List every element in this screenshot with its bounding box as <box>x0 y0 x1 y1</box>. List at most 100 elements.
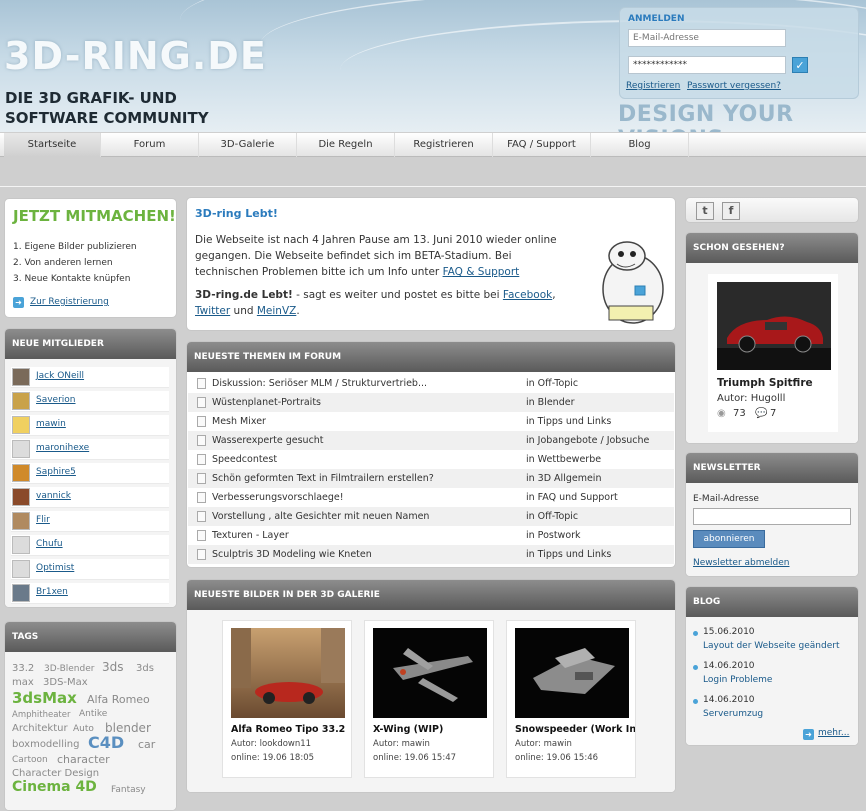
tag-link[interactable]: C4D <box>88 733 124 752</box>
forum-row[interactable]: Texturen - Layer in Postwork <box>188 526 674 545</box>
featured-name[interactable]: Triumph Spitfire <box>717 377 813 389</box>
avatar[interactable] <box>12 416 30 434</box>
member-link[interactable]: Chufu <box>36 539 63 549</box>
twitter-icon[interactable]: t <box>696 202 714 220</box>
tag-link[interactable]: Architektur <box>12 723 68 734</box>
avatar[interactable] <box>12 464 30 482</box>
forum-row[interactable]: Schön geformten Text in Filmtrailern ers… <box>188 469 674 488</box>
avatar[interactable] <box>12 488 30 506</box>
member-item: Optimist <box>11 559 169 580</box>
member-link[interactable]: Saphire5 <box>36 467 76 477</box>
tag-link[interactable]: boxmodelling <box>12 739 79 750</box>
featured-card[interactable]: Triumph Spitfire Autor: Hugolll ◉ 73 💬 7 <box>708 274 838 432</box>
tag-link[interactable]: character <box>57 753 110 766</box>
gallery-item[interactable]: Snowspeeder (Work In Autor: mawin online… <box>506 620 636 778</box>
tag-link[interactable]: Alfa Romeo <box>87 693 150 706</box>
avatar[interactable] <box>12 392 30 410</box>
nav-die-regeln[interactable]: Die Regeln <box>297 133 395 157</box>
forum-row[interactable]: Mesh Mixer in Tipps und Links <box>188 412 674 431</box>
forum-row[interactable]: Sculptris 3D Modeling wie Kneten in Tipps… <box>188 545 674 564</box>
gallery-item-author: Autor: mawin <box>373 739 430 749</box>
forum-row[interactable]: Verbesserungsvorschlaege! in FAQ und Supp… <box>188 488 674 507</box>
avatar[interactable] <box>12 368 30 386</box>
gallery-image[interactable] <box>373 628 487 718</box>
member-link[interactable]: Br1xen <box>36 587 68 597</box>
member-link[interactable]: Flir <box>36 515 50 525</box>
gallery-item-name[interactable]: Snowspeeder (Work In <box>515 724 635 735</box>
member-link[interactable]: Saverion <box>36 395 76 405</box>
tag-link[interactable]: Amphitheater <box>12 710 70 720</box>
member-link[interactable]: vannick <box>36 491 71 501</box>
tag-link[interactable]: 3ds <box>102 660 124 674</box>
email-input[interactable] <box>628 29 786 47</box>
members-list: Jack ONeill Saverion mawin maronihexe Sa… <box>5 359 176 607</box>
gallery-item-name[interactable]: X-Wing (WIP) <box>373 724 493 735</box>
blog-more-link[interactable]: mehr... <box>818 728 849 738</box>
site-slogan: DESIGN YOUR VISIONS <box>618 102 794 132</box>
password-input[interactable] <box>628 56 786 74</box>
avatar[interactable] <box>12 536 30 554</box>
nav-startseite[interactable]: Startseite <box>4 133 101 157</box>
forum-row[interactable]: Diskussion: Seriöser MLM / Strukturvertr… <box>188 374 674 393</box>
featured-image[interactable] <box>717 282 831 370</box>
register-link[interactable]: Registrieren <box>626 81 680 91</box>
forum-row[interactable]: Speedcontest in Wettbewerbe <box>188 450 674 469</box>
avatar[interactable] <box>12 584 30 602</box>
gallery-item[interactable]: X-Wing (WIP) Autor: mawin online: 19.06 … <box>364 620 494 778</box>
newsletter-email-input[interactable] <box>693 508 851 525</box>
tag-link[interactable]: Antike <box>79 709 107 719</box>
tag-link[interactable]: Character Design <box>12 768 99 779</box>
forum-row[interactable]: Vorstellung , alte Gesichter mit neuen N… <box>188 507 674 526</box>
tag-link[interactable]: 3ds <box>136 663 154 674</box>
avatar[interactable] <box>12 512 30 530</box>
site-logo[interactable]: 3D-RING.DE <box>4 34 267 78</box>
tag-link[interactable]: 33.2 <box>12 663 34 674</box>
forum-row[interactable]: Wüstenplanet-Portraits in Blender <box>188 393 674 412</box>
nav-forum[interactable]: Forum <box>101 133 199 157</box>
forgot-password-link[interactable]: Passwort vergessen? <box>687 81 781 91</box>
tag-link[interactable]: Fantasy <box>111 785 146 795</box>
faq-link[interactable]: FAQ & Support <box>443 266 520 278</box>
nav-3d-galerie[interactable]: 3D-Galerie <box>199 133 297 157</box>
avatar[interactable] <box>12 440 30 458</box>
tag-link[interactable]: 3dsMax <box>12 689 77 707</box>
meinvz-link[interactable]: MeinVZ <box>257 305 296 317</box>
registration-link[interactable]: Zur Registrierung <box>30 297 109 307</box>
join-title: JETZT MITMACHEN! <box>13 207 176 225</box>
new-members-panel: NEUE MITGLIEDER Jack ONeill Saverion maw… <box>4 328 177 608</box>
facebook-link[interactable]: Facebook <box>503 289 552 301</box>
gallery-image[interactable] <box>515 628 629 718</box>
blog-link[interactable]: Login Probleme <box>703 675 772 685</box>
subscribe-button[interactable]: abonnieren <box>693 530 765 548</box>
gallery-image[interactable] <box>231 628 345 718</box>
nav-blog[interactable]: Blog <box>591 133 689 157</box>
tags-title: TAGS <box>5 622 176 652</box>
twitter-link[interactable]: Twitter <box>195 305 230 317</box>
member-link[interactable]: Optimist <box>36 563 74 573</box>
blog-link[interactable]: Layout der Webseite geändert <box>703 641 840 651</box>
tag-link[interactable]: 3D-Blender <box>44 664 94 674</box>
tag-link[interactable]: Cinema 4D <box>12 779 97 795</box>
avatar[interactable] <box>12 560 30 578</box>
gallery-panel: NEUESTE BILDER IN DER 3D GALERIE Alfa Ro… <box>186 579 676 793</box>
facebook-icon[interactable]: f <box>722 202 740 220</box>
forum-row[interactable]: Wasserexperte gesucht in Jobangebote / Jo… <box>188 431 674 450</box>
member-link[interactable]: Jack ONeill <box>36 371 84 381</box>
tag-link[interactable]: max <box>12 677 34 688</box>
login-submit-icon[interactable]: ✓ <box>792 57 808 73</box>
member-item: Br1xen <box>11 583 169 604</box>
gallery-item-name[interactable]: Alfa Romeo Tipo 33.2 <box>231 724 351 735</box>
tag-link[interactable]: car <box>138 738 155 751</box>
blog-date: 15.06.2010 <box>703 627 755 637</box>
member-link[interactable]: maronihexe <box>36 443 89 453</box>
featured-panel: SCHON GESEHEN? Triumph Spitfire Autor: H… <box>685 232 859 444</box>
blog-link[interactable]: Serverumzug <box>703 709 763 719</box>
gallery-item[interactable]: Alfa Romeo Tipo 33.2 Autor: lookdown11 o… <box>222 620 352 778</box>
member-link[interactable]: mawin <box>36 419 66 429</box>
nav-registrieren[interactable]: Registrieren <box>395 133 493 157</box>
nav-faq-support[interactable]: FAQ / Support <box>493 133 591 157</box>
tag-link[interactable]: Cartoon <box>12 755 48 765</box>
unsubscribe-link[interactable]: Newsletter abmelden <box>693 558 790 568</box>
join-step: 1. Eigene Bilder publizieren <box>13 242 137 252</box>
tag-link[interactable]: 3DS-Max <box>43 677 88 688</box>
